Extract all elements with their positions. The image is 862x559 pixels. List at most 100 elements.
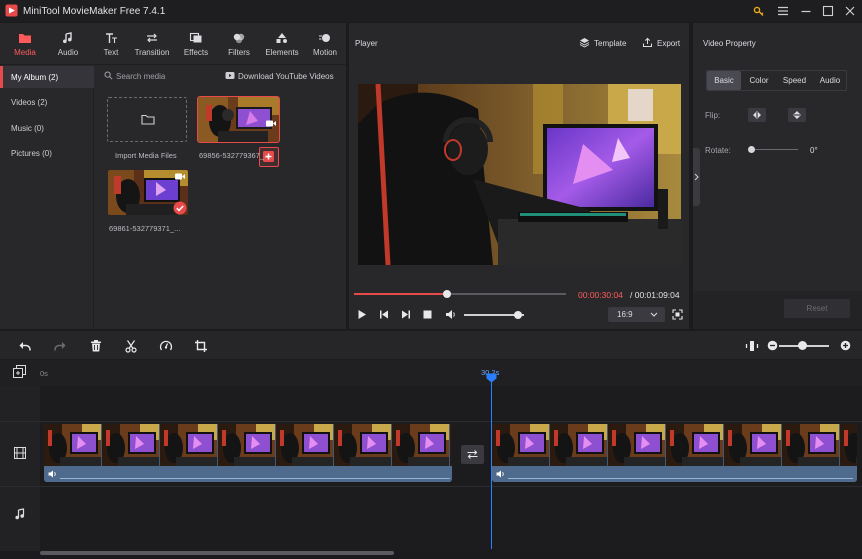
tab-speed[interactable]: Speed [777,71,812,90]
tab-audio[interactable]: Audio [46,32,90,57]
zoom-out-button[interactable] [767,340,778,351]
chevron-down-icon [650,312,658,317]
timeline-clip[interactable] [44,424,452,482]
flip-horizontal-button[interactable] [748,108,766,122]
volume-button[interactable] [445,309,457,320]
reset-button[interactable]: Reset [784,299,850,318]
video-camera-icon [175,173,185,180]
tab-filters[interactable]: Filters [217,32,261,57]
clip-frame [492,424,550,466]
scrubber-handle[interactable] [443,290,452,298]
timeline-clip[interactable] [492,424,857,482]
clip-frame [276,424,334,466]
clip-audio [492,466,857,482]
rotate-slider[interactable] [750,149,798,150]
timeline-scrollbar[interactable] [40,551,394,555]
delete-button[interactable] [89,339,103,353]
add-track-button[interactable] [13,365,26,378]
minimize-icon[interactable] [798,3,814,19]
volume-handle[interactable] [514,311,522,319]
key-icon[interactable] [751,3,767,19]
tab-filters-label: Filters [228,48,250,57]
tab-elements[interactable]: Elements [260,32,304,57]
rotate-value: 0° [810,146,818,155]
audio-track-icon [14,508,26,520]
filters-icon [233,33,245,44]
speed-button[interactable] [159,339,173,353]
zoom-in-icon [840,340,851,351]
tab-transition[interactable]: Transition [130,32,174,57]
album-item-music[interactable]: Music (0) [0,117,94,139]
album-item-my-album[interactable]: My Album (2) [0,66,94,88]
album-item-pictures[interactable]: Pictures (0) [0,142,94,164]
rotate-label: Rotate: [705,146,731,155]
music-note-icon [63,32,72,44]
import-media-label: Import Media Files [115,151,177,160]
clip-volume-line [60,478,450,479]
tab-media[interactable]: Media [3,32,47,57]
crop-button[interactable] [194,339,208,353]
fit-to-screen-icon [745,341,759,351]
video-property-panel: Video Property Basic Color Speed Audio F… [693,23,862,329]
swap-icon [467,450,478,459]
clip-frames [44,424,452,466]
effects-icon [189,32,202,43]
layers-icon [579,38,590,48]
zoom-out-icon [767,340,778,351]
video-track-icon [14,447,26,459]
clip-frame [392,424,450,466]
previous-frame-button[interactable] [379,309,389,320]
added-check-icon [173,201,187,215]
speaker-icon [48,470,56,478]
speaker-icon [446,310,455,319]
tab-effects[interactable]: Effects [174,32,218,57]
clip-audio [44,466,452,482]
tab-text[interactable]: Text [89,32,133,57]
rotate-handle[interactable] [748,146,755,153]
transition-button[interactable] [461,445,484,464]
fullscreen-button[interactable] [672,309,683,320]
timeline-ruler[interactable] [0,360,862,386]
video-preview[interactable] [358,84,681,265]
trash-icon [91,340,101,352]
app-logo-icon [5,4,18,17]
tab-audio-property[interactable]: Audio [813,71,847,90]
menu-icon[interactable] [775,3,791,19]
fit-timeline-button[interactable] [745,339,759,353]
undo-button[interactable] [18,339,32,353]
add-track-icon [13,365,26,378]
split-button[interactable] [124,339,138,353]
clip-frame [550,424,608,466]
play-button[interactable] [357,309,367,320]
import-media-button[interactable] [107,97,187,142]
elements-icon [276,33,287,43]
maximize-icon[interactable] [820,3,836,19]
ruler-start-label: 0s [40,369,48,378]
close-icon[interactable] [842,3,858,19]
tab-basic[interactable]: Basic [707,71,741,90]
search-input[interactable]: Search media [116,72,165,81]
tab-color[interactable]: Color [742,71,776,90]
search-icon [104,71,113,80]
download-youtube-button[interactable]: Download YouTube Videos [238,72,334,81]
media-file-name: 69861-532779371_... [109,224,181,233]
flip-vertical-button[interactable] [788,108,806,122]
undo-icon [19,342,31,351]
clip-frame [782,424,840,466]
next-frame-button[interactable] [401,309,411,320]
tab-transition-label: Transition [134,48,170,57]
aspect-ratio-select[interactable]: 16:9 [608,307,665,322]
redo-button[interactable] [53,339,67,353]
stop-button[interactable] [423,310,432,319]
track-divider [0,421,862,422]
aspect-ratio-value: 16:9 [617,310,633,319]
playback-scrubber[interactable] [354,290,566,298]
album-item-videos[interactable]: Videos (2) [0,91,94,113]
zoom-in-button[interactable] [840,340,851,351]
tab-motion[interactable]: Motion [303,32,347,57]
flip-vertical-icon [793,111,801,119]
playhead-line[interactable] [491,376,492,549]
collapse-panel-button[interactable] [693,148,700,206]
stop-icon [423,310,432,319]
zoom-handle[interactable] [797,341,807,350]
